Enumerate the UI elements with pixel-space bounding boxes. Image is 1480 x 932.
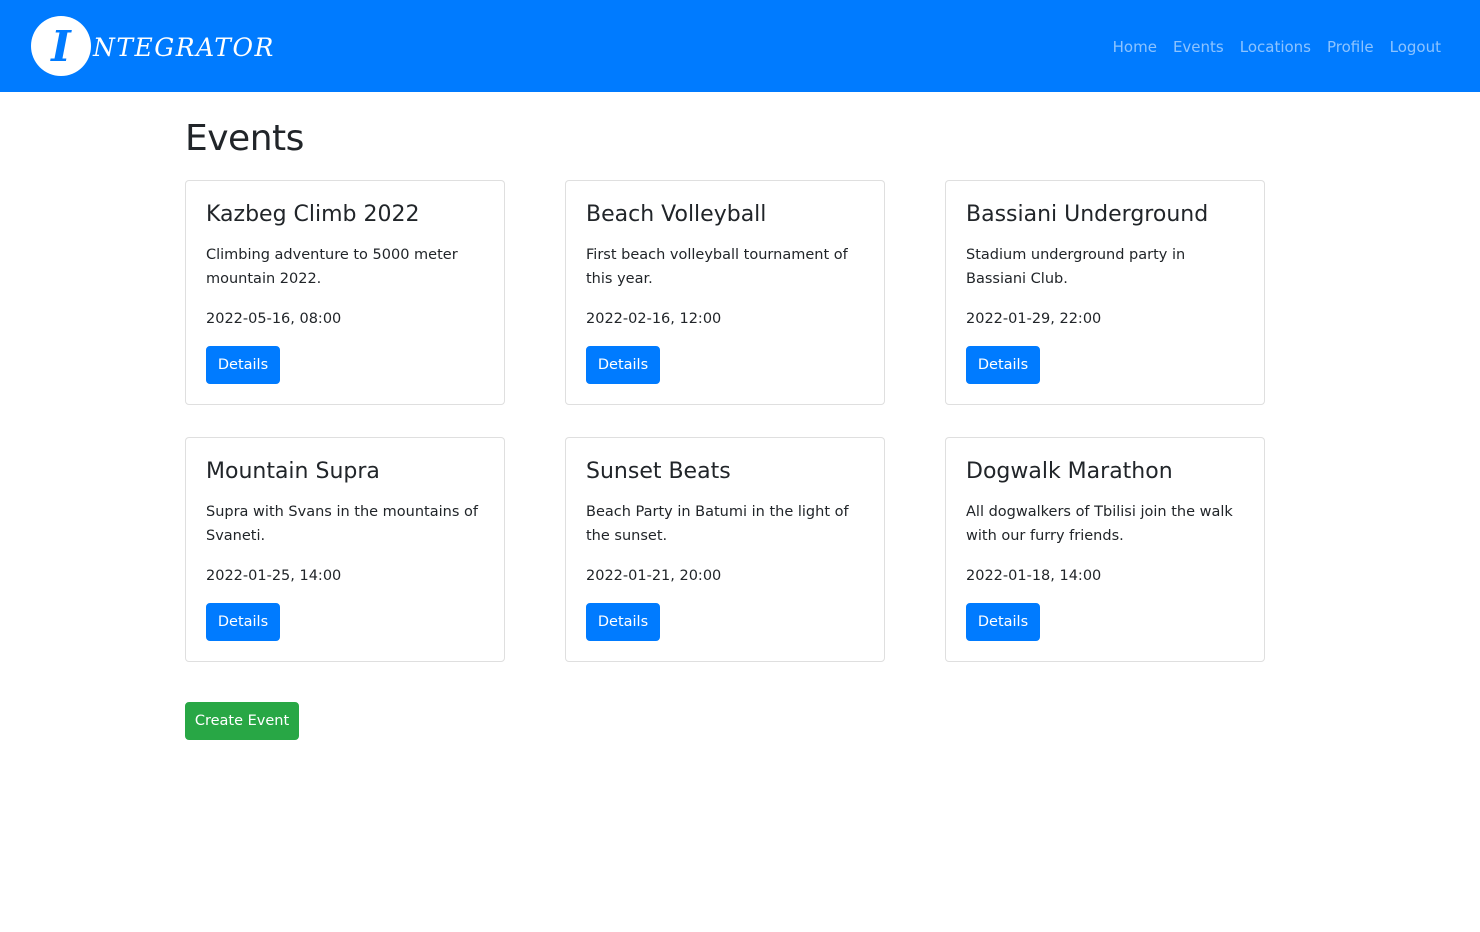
- brand-logo[interactable]: I NTEGRATOR: [31, 16, 275, 76]
- event-card: Dogwalk Marathon All dogwalkers of Tbili…: [945, 437, 1265, 662]
- event-description: First beach volleyball tournament of thi…: [586, 247, 848, 287]
- event-datetime: 2022-01-25, 14:00: [206, 568, 342, 584]
- event-datetime: 2022-01-21, 20:00: [586, 568, 722, 584]
- event-card: Mountain Supra Supra with Svans in the m…: [185, 437, 505, 662]
- event-description: Climbing adventure to 5000 meter mountai…: [206, 247, 458, 287]
- event-title: Kazbeg Climb 2022: [206, 202, 420, 227]
- nav-links: Home Events Locations Profile Logout: [1113, 38, 1441, 56]
- event-datetime: 2022-01-29, 22:00: [966, 311, 1102, 327]
- event-datetime: 2022-01-18, 14:00: [966, 568, 1102, 584]
- details-button[interactable]: Details: [966, 603, 1040, 641]
- details-button[interactable]: Details: [206, 603, 280, 641]
- event-title: Bassiani Underground: [966, 202, 1209, 227]
- event-title: Beach Volleyball: [586, 202, 767, 227]
- page-title: Events: [185, 118, 304, 159]
- event-title: Sunset Beats: [586, 459, 731, 484]
- logo-circle-icon: I: [31, 16, 91, 76]
- event-description: All dogwalkers of Tbilisi join the walk …: [966, 504, 1233, 544]
- navbar: I NTEGRATOR Home Events Locations Profil…: [0, 0, 1480, 92]
- nav-link-logout[interactable]: Logout: [1390, 38, 1441, 56]
- brand-text: NTEGRATOR: [93, 32, 275, 62]
- details-button[interactable]: Details: [206, 346, 280, 384]
- logo-letter: I: [51, 22, 71, 71]
- details-button[interactable]: Details: [966, 346, 1040, 384]
- details-button[interactable]: Details: [586, 346, 660, 384]
- nav-link-locations[interactable]: Locations: [1240, 38, 1311, 56]
- event-description: Stadium underground party in Bassiani Cl…: [966, 247, 1186, 287]
- event-datetime: 2022-05-16, 08:00: [206, 311, 342, 327]
- event-card: Bassiani Underground Stadium underground…: [945, 180, 1265, 405]
- event-title: Mountain Supra: [206, 459, 380, 484]
- nav-link-events[interactable]: Events: [1173, 38, 1224, 56]
- create-event-button[interactable]: Create Event: [185, 702, 299, 740]
- nav-link-profile[interactable]: Profile: [1327, 38, 1374, 56]
- event-card: Sunset Beats Beach Party in Batumi in th…: [565, 437, 885, 662]
- event-card: Beach Volleyball First beach volleyball …: [565, 180, 885, 405]
- event-datetime: 2022-02-16, 12:00: [586, 311, 722, 327]
- details-button[interactable]: Details: [586, 603, 660, 641]
- event-description: Supra with Svans in the mountains of Sva…: [206, 504, 478, 544]
- nav-link-home[interactable]: Home: [1113, 38, 1157, 56]
- event-description: Beach Party in Batumi in the light of th…: [586, 504, 849, 544]
- event-card: Kazbeg Climb 2022 Climbing adventure to …: [185, 180, 505, 405]
- event-title: Dogwalk Marathon: [966, 459, 1173, 484]
